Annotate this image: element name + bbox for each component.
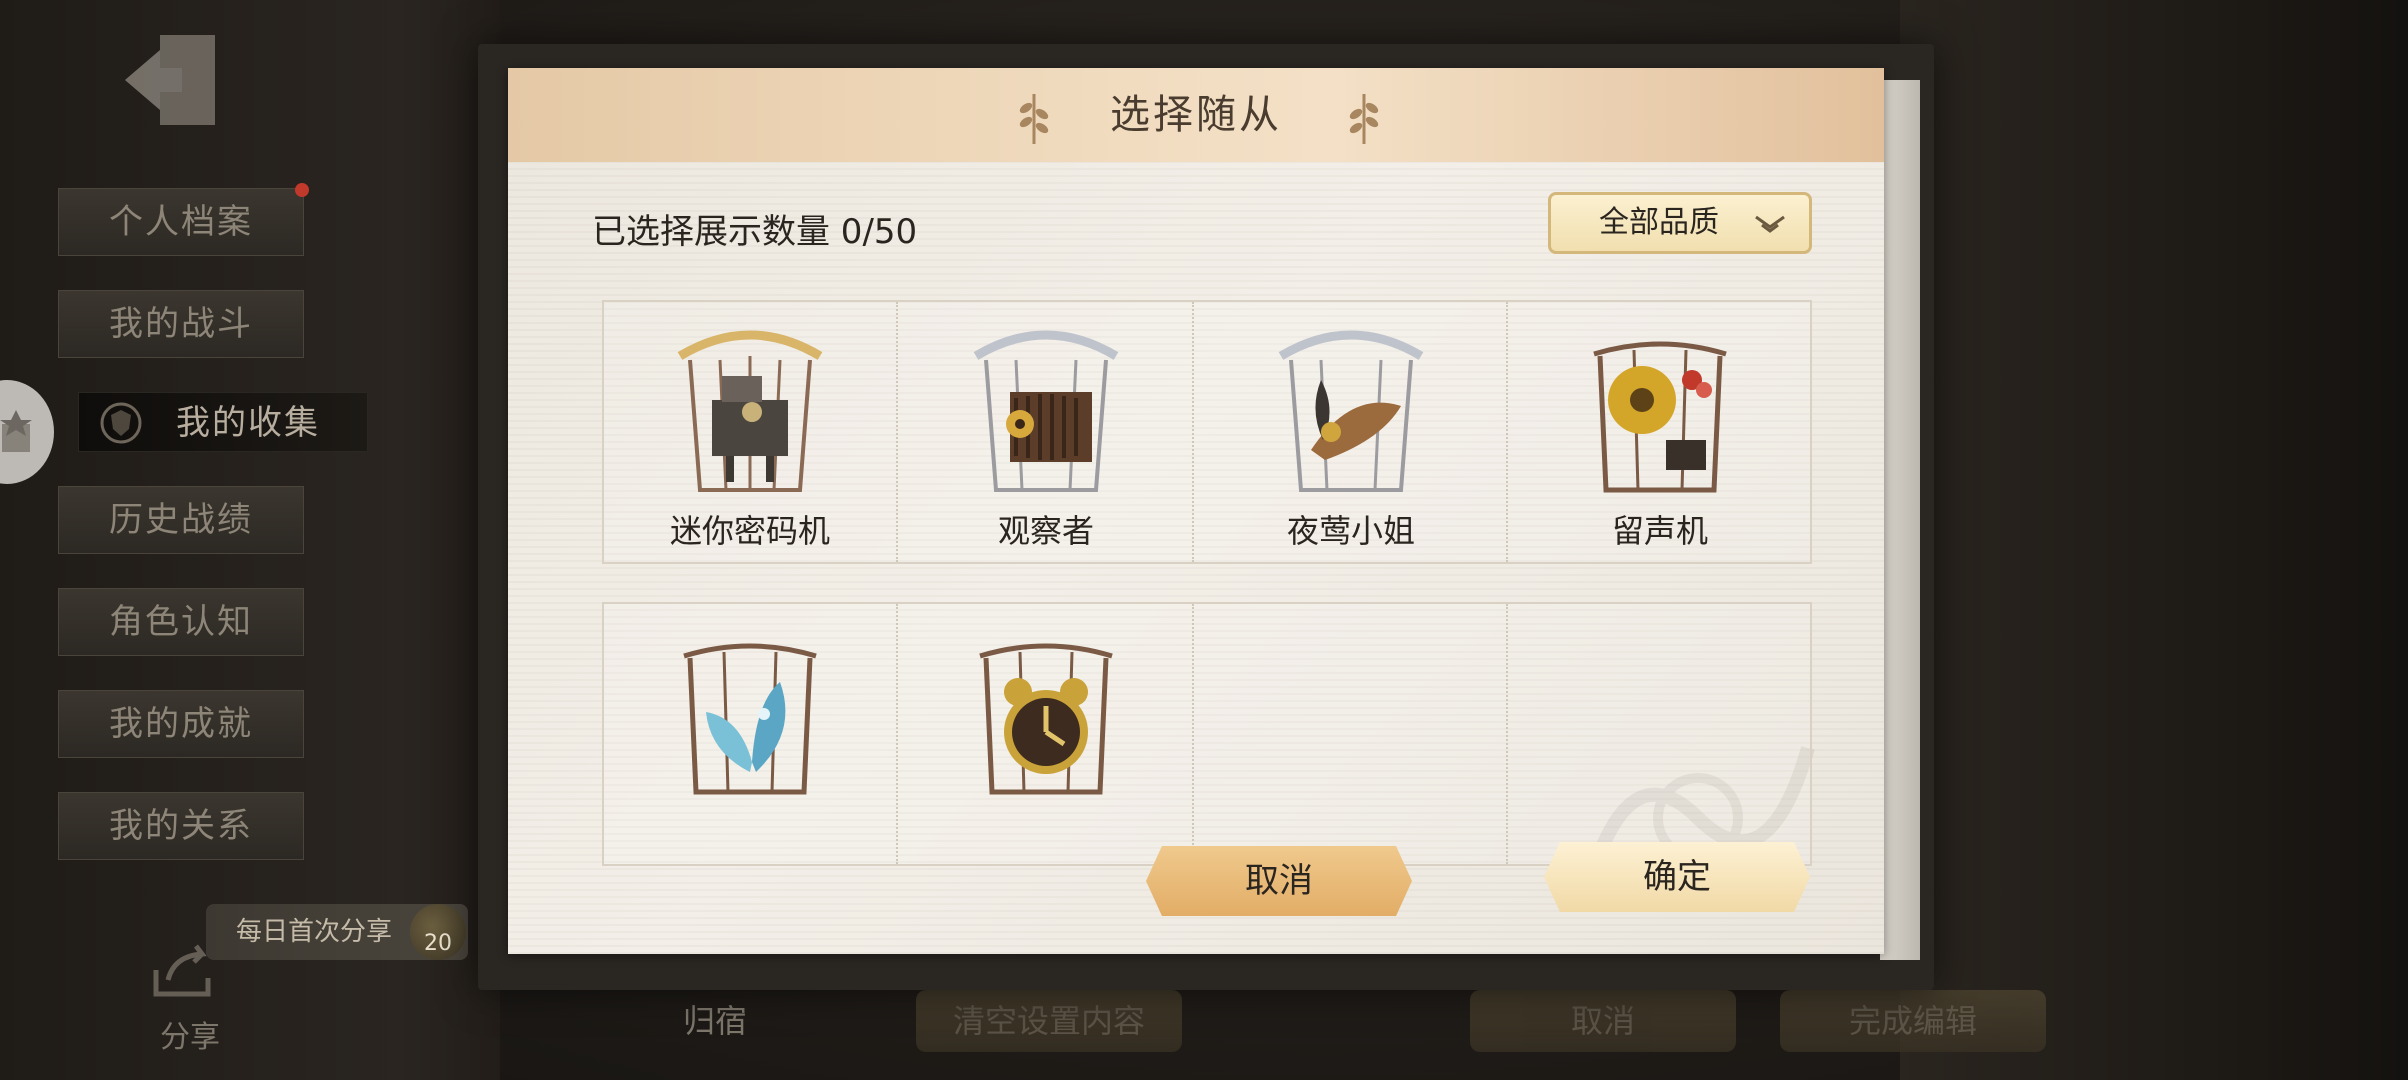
sidebar-item-label: 我的成就 (109, 704, 253, 744)
notification-dot (295, 183, 309, 197)
bottom-cancel-button[interactable]: 取消 (1470, 990, 1736, 1052)
quality-filter-value: 全部品质 (1599, 205, 1719, 240)
dialog-header: 选择随从 (508, 68, 1884, 162)
badge-icon (0, 410, 32, 452)
follower-slot[interactable] (896, 604, 1194, 864)
follower-slot[interactable]: 留声机 (1506, 302, 1812, 562)
gramophone-follower-icon (1593, 341, 1727, 493)
follower-name: 观察者 (997, 512, 1094, 550)
sidebar-item-achievements[interactable]: 我的成就 (58, 690, 304, 758)
sidebar-item-relations[interactable]: 我的关系 (58, 792, 304, 860)
laurel-right-icon (1349, 94, 1379, 144)
observer-follower-icon (973, 330, 1119, 492)
sidebar-item-label: 历史战绩 (109, 500, 253, 540)
side-nav: 个人档案 我的战斗 我的收集 历史战绩 角色认知 我的成就 我的关系 (58, 183, 368, 894)
reward-coin-count: 20 (424, 931, 452, 956)
finish-edit-button[interactable]: 完成编辑 (1780, 990, 2046, 1052)
clear-settings-button[interactable]: 清空设置内容 (916, 990, 1182, 1052)
share-label: 分享 (160, 1020, 220, 1055)
mini-cipher-machine-follower-icon (677, 330, 823, 492)
sidebar-item-history[interactable]: 历史战绩 (58, 486, 304, 554)
reward-coin-badge: 20 (410, 904, 466, 960)
cancel-button[interactable]: 取消 (1146, 846, 1412, 916)
sidebar-item-label: 我的关系 (109, 806, 253, 846)
follower-slot[interactable]: 夜莺小姐 (1192, 302, 1508, 562)
chevron-down-icon (1755, 215, 1785, 233)
follower-grid-row-2 (602, 602, 1812, 866)
sidebar-item-label: 我的收集 (176, 403, 320, 443)
selected-count-label: 已选择展示数量 0/50 (592, 212, 918, 252)
shield-emblem-icon (100, 402, 142, 444)
sidebar-item-role-knowledge[interactable]: 角色认知 (58, 588, 304, 656)
sidebar-item-label: 个人档案 (109, 202, 253, 242)
confirm-button[interactable]: 确定 (1544, 842, 1810, 912)
share-icon[interactable] (148, 940, 220, 1000)
dialog-title: 选择随从 (1110, 92, 1282, 138)
follower-slot[interactable]: 观察者 (896, 302, 1194, 562)
dialog-page-edge (1880, 80, 1920, 960)
follower-name: 留声机 (1611, 512, 1708, 550)
follower-slot[interactable]: 迷你密码机 (604, 302, 896, 562)
alarm-clock-follower-icon (979, 643, 1113, 795)
sidebar-item-label: 角色认知 (109, 602, 253, 642)
exit-icon[interactable] (120, 30, 230, 130)
empty-follower-slot (1506, 604, 1812, 864)
sidebar-item-collection[interactable]: 我的收集 (78, 392, 368, 452)
follower-grid-row-1: 迷你密码机 观察者 夜莺小姐 留声机 (602, 300, 1812, 564)
miss-nightingale-follower-icon (1278, 330, 1424, 492)
sidebar-item-label: 我的战斗 (109, 304, 253, 344)
daily-share-label: 每日首次分享 (236, 917, 393, 947)
return-button[interactable]: 归宿 (660, 996, 770, 1042)
follower-slot[interactable] (604, 604, 896, 864)
sidebar-item-battles[interactable]: 我的战斗 (58, 290, 304, 358)
follower-name: 迷你密码机 (669, 512, 830, 550)
select-follower-dialog: 选择随从 已选择展示数量 0/50 全部品质 迷你密码机 观察者 夜莺小姐 留声… (508, 68, 1884, 954)
right-panel-background (1900, 0, 2408, 1080)
follower-name: 夜莺小姐 (1286, 512, 1415, 550)
sidebar-item-profile[interactable]: 个人档案 (58, 183, 309, 256)
butterfly-follower-icon (683, 643, 817, 795)
quality-filter-dropdown[interactable]: 全部品质 (1548, 192, 1812, 254)
empty-follower-slot (1192, 604, 1508, 864)
